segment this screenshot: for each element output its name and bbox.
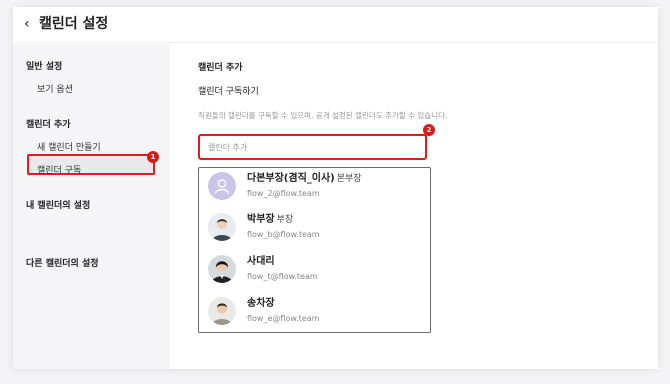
- user-photo: [208, 255, 236, 283]
- result-name: 박부장: [247, 214, 275, 225]
- subscribe-subtitle: 캘린더 구독하기: [198, 87, 259, 97]
- sidebar-item-subscribe[interactable]: 캘린더 구독: [37, 165, 81, 177]
- section-title: 캘린더 추가: [198, 63, 243, 73]
- result-name: 다본부장(겸직_이사): [247, 173, 335, 184]
- user-photo: [208, 297, 236, 325]
- sidebar-item-general[interactable]: 일반 설정: [26, 61, 62, 73]
- default-user-icon: [208, 172, 236, 200]
- result-email: flow_2@flow.team: [247, 189, 320, 198]
- search-results-dropdown: 다본부장(겸직_이사) 본부장 flow_2@flow.team 박부장 부장 fl…: [198, 167, 431, 333]
- sidebar-item-add-calendar[interactable]: 캘린더 추가: [26, 119, 71, 131]
- step-badge-2: 2: [423, 124, 435, 136]
- result-position: 부장: [276, 215, 294, 225]
- sidebar-item-other-calendar-settings[interactable]: 다른 캘린더의 설정: [26, 258, 99, 270]
- result-item[interactable]: 박부장 부장 flow_b@flow.team: [199, 209, 430, 250]
- calendar-search-input[interactable]: [198, 134, 427, 160]
- sidebar-item-my-calendar-settings[interactable]: 내 캘린더의 설정: [26, 200, 90, 212]
- result-email: flow_t@flow.team: [247, 272, 318, 281]
- page-title: 캘린더 설정: [39, 16, 109, 32]
- chevron-left-icon[interactable]: ‹: [24, 16, 38, 32]
- sidebar-item-new-calendar[interactable]: 새 캘린더 만들기: [37, 142, 101, 154]
- result-name: 송차장: [247, 298, 275, 309]
- step-badge-1: 1: [147, 151, 159, 163]
- header: ‹ 캘린더 설정: [13, 7, 658, 43]
- result-email: flow_e@flow.team: [247, 314, 320, 323]
- result-item[interactable]: 사대리 flow_t@flow.team: [199, 251, 430, 292]
- result-item[interactable]: 다본부장(겸직_이사) 본부장 flow_2@flow.team: [199, 168, 430, 209]
- sidebar-item-view-options[interactable]: 보기 옵션: [37, 84, 73, 96]
- result-email: flow_b@flow.team: [247, 230, 320, 239]
- result-name: 사대리: [247, 256, 275, 267]
- result-position: 본부장: [336, 174, 362, 184]
- result-item[interactable]: 송차장 flow_e@flow.team: [199, 293, 430, 334]
- user-photo: [208, 213, 236, 241]
- subscribe-description: 직원들의 캘린더를 구독할 수 있으며, 공개 설정된 캘린더도 추가할 수 있…: [198, 111, 448, 120]
